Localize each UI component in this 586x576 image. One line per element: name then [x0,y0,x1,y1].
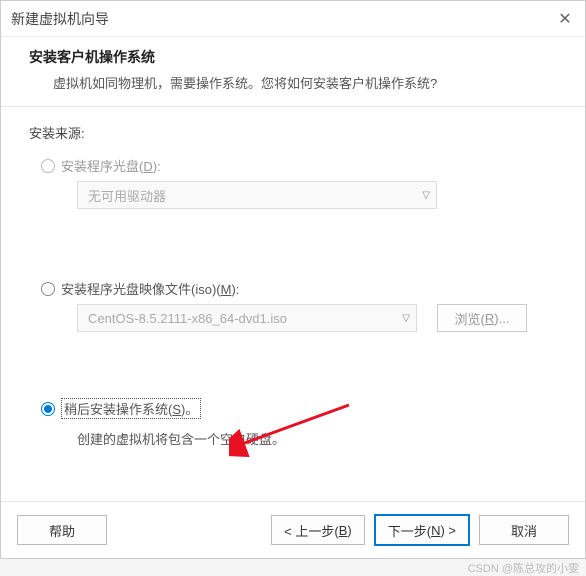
option-later: 稍后安装操作系统(S)。 创建的虚拟机将包含一个空白硬盘。 [41,398,557,448]
radio-install-later[interactable]: 稍后安装操作系统(S)。 [41,398,557,419]
radio-icon [41,282,55,296]
wizard-footer: 帮助 < 上一步(B) 下一步(N) > 取消 [1,502,585,558]
chevron-down-icon: ▽ [402,313,410,324]
radio-icon [41,402,55,416]
next-button[interactable]: 下一步(N) > [375,515,469,545]
cancel-button[interactable]: 取消 [479,515,569,545]
header-title: 安装客户机操作系统 [29,47,557,67]
chevron-down-icon: ▽ [422,190,430,201]
window-title: 新建虚拟机向导 [11,9,555,29]
option-install-disc: 安装程序光盘(D): 无可用驱动器 ▽ [41,156,557,209]
watermark: CSDN @陈总攻的小雯 [468,560,579,576]
close-icon[interactable]: ✕ [555,9,575,29]
back-button[interactable]: < 上一步(B) [271,515,365,545]
radio-label: 安装程序光盘(D): [61,156,161,175]
browse-button: 浏览(R)... [437,304,527,332]
header-desc: 虚拟机如同物理机，需要操作系统。您将如何安装客户机操作系统? [53,73,557,92]
help-button[interactable]: 帮助 [17,515,107,545]
wizard-body: 安装来源: 安装程序光盘(D): 无可用驱动器 ▽ 安装程序光盘映像文件(iso… [1,106,585,502]
radio-install-disc: 安装程序光盘(D): [41,156,557,175]
radio-icon [41,159,55,173]
radio-label: 稍后安装操作系统(S)。 [61,398,201,419]
titlebar: 新建虚拟机向导 ✕ [1,1,585,37]
iso-path-combo: CentOS-8.5.2111-x86_64-dvd1.iso ▽ [77,304,417,332]
wizard-header: 安装客户机操作系统 虚拟机如同物理机，需要操作系统。您将如何安装客户机操作系统? [1,37,585,106]
radio-iso[interactable]: 安装程序光盘映像文件(iso)(M): [41,279,557,298]
disc-drive-combo: 无可用驱动器 ▽ [77,181,437,209]
option-iso: 安装程序光盘映像文件(iso)(M): CentOS-8.5.2111-x86_… [41,279,557,332]
combo-value: CentOS-8.5.2111-x86_64-dvd1.iso [88,311,402,326]
radio-label: 安装程序光盘映像文件(iso)(M): [61,279,239,298]
source-label: 安装来源: [29,123,557,142]
wizard-window: 新建虚拟机向导 ✕ 安装客户机操作系统 虚拟机如同物理机，需要操作系统。您将如何… [0,0,586,559]
combo-value: 无可用驱动器 [88,186,422,205]
option-later-subtext: 创建的虚拟机将包含一个空白硬盘。 [77,429,557,448]
